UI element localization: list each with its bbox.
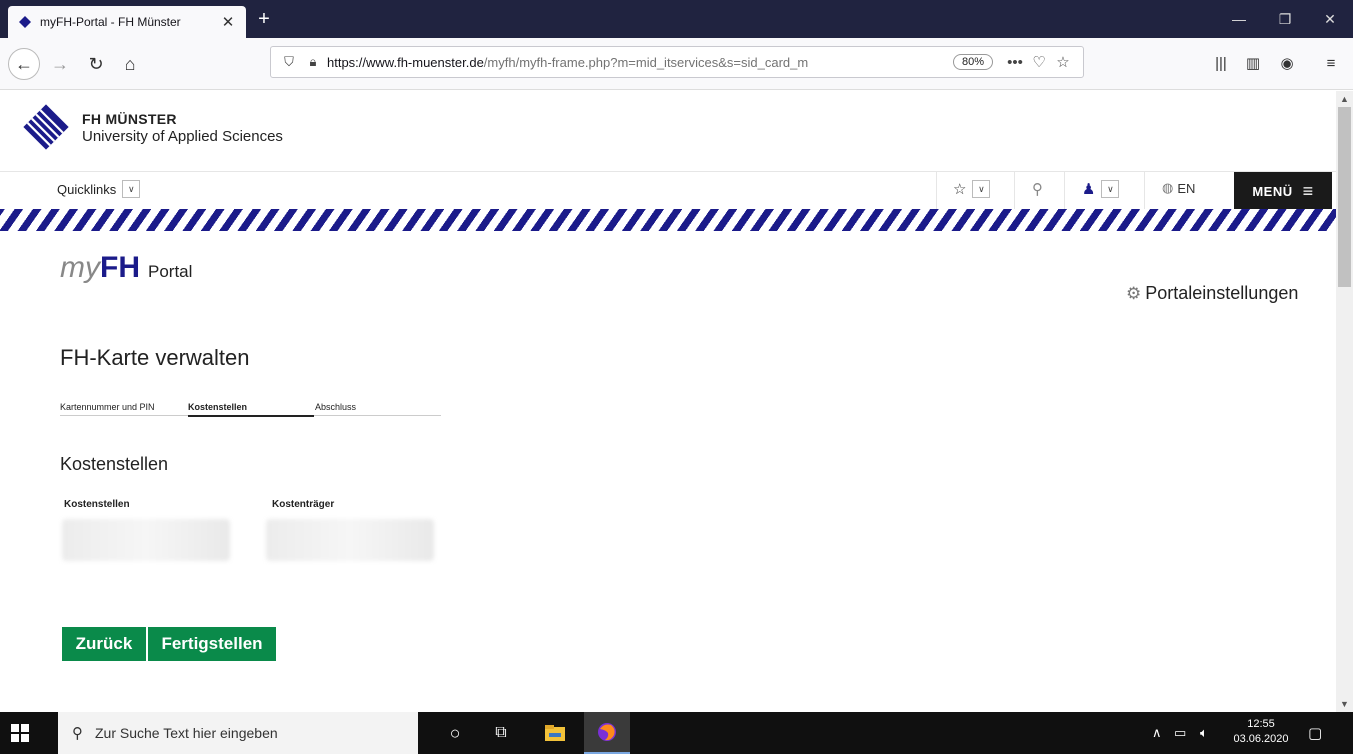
logo-portal-text: Portal <box>148 262 193 281</box>
file-explorer-icon[interactable] <box>532 712 578 754</box>
clock-time: 12:55 <box>1247 718 1275 730</box>
redacted-cell <box>266 519 434 561</box>
restore-icon[interactable]: ❐ <box>1262 0 1308 38</box>
quicklinks-label: Quicklinks <box>57 181 117 197</box>
notification-icon[interactable]: ▢ <box>1308 712 1322 754</box>
globe-icon: ◍ <box>1162 180 1174 195</box>
cortana-icon[interactable]: ○ <box>432 712 478 754</box>
taskbar-search-box[interactable]: ⚲ Zur Suche Text hier eingeben <box>58 712 418 754</box>
new-tab-icon[interactable]: + <box>252 6 276 32</box>
nav-divider <box>936 172 937 210</box>
back-arrow-icon[interactable]: ← <box>8 48 40 80</box>
tab-title: myFH-Portal - FH Münster <box>40 15 181 29</box>
page-title: FH-Karte verwalten <box>60 345 250 370</box>
brand-name: FH MÜNSTER <box>82 111 177 127</box>
quicklinks-dropdown[interactable]: Quicklinks ∨ <box>57 180 141 198</box>
fh-favicon-icon <box>18 15 32 29</box>
portal-settings-link[interactable]: ⚙ Portaleinstellungen <box>1126 283 1298 304</box>
hamburger-icon: ≡ <box>1302 180 1314 201</box>
chevron-down-icon: ∨ <box>1101 180 1120 198</box>
column-header-cost-centers: Kostenstellen <box>64 499 130 510</box>
zoom-indicator[interactable]: 80% <box>952 54 993 70</box>
page-scrollbar[interactable]: ▲ ▼ <box>1336 91 1353 712</box>
page-actions-icon[interactable]: ••• <box>1003 54 1027 71</box>
bookmark-star-icon[interactable]: ☆ <box>1051 53 1075 71</box>
pocket-icon[interactable]: ♡ <box>1027 53 1051 71</box>
gear-icon: ⚙ <box>1126 283 1142 303</box>
wizard-tabs: Kartennummer und PIN Kostenstellen Absch… <box>60 402 441 417</box>
url-path: /myfh/myfh-frame.php?m=mid_itservices&s=… <box>483 54 809 70</box>
user-dropdown[interactable]: ♟ ∨ <box>1082 180 1120 198</box>
windows-taskbar: ⚲ Zur Suche Text hier eingeben ○ ⧉ ∧ ▭ 🔈… <box>0 712 1353 754</box>
close-window-icon[interactable]: ✕ <box>1307 0 1353 38</box>
myfh-portal-logo[interactable]: my FH Portal <box>60 251 192 285</box>
nav-divider <box>1014 172 1015 210</box>
tray-overflow-icon[interactable]: ∧ <box>1152 712 1162 754</box>
logo-fh-text: FH <box>100 251 140 284</box>
nav-divider <box>1064 172 1065 210</box>
tab-close-icon[interactable]: ✕ <box>220 13 236 31</box>
chevron-down-icon: ∨ <box>122 180 141 198</box>
library-icon[interactable]: ||| <box>1206 48 1236 78</box>
shield-icon[interactable]: ⛉ <box>279 52 299 72</box>
section-title: Kostenstellen <box>60 454 169 474</box>
browser-tab[interactable]: myFH-Portal - FH Münster ✕ <box>8 6 246 38</box>
decorative-stripes <box>0 209 1336 231</box>
search-icon[interactable]: ⚲ <box>1032 180 1043 198</box>
url-text[interactable]: https://www.fh-muenster.de/myfh/myfh-fra… <box>327 55 943 70</box>
brand-subtitle: University of Applied Sciences <box>82 128 283 145</box>
taskbar-search-placeholder: Zur Suche Text hier eingeben <box>95 725 278 741</box>
hamburger-menu-icon[interactable]: ≡ <box>1316 48 1346 78</box>
sidebar-icon[interactable]: ▥ <box>1238 48 1268 78</box>
logo-my-text: my <box>60 251 100 284</box>
redacted-cell <box>62 519 230 561</box>
volume-icon[interactable]: 🔈︎ <box>1200 712 1208 754</box>
finish-button[interactable]: Fertigstellen <box>148 627 276 661</box>
task-view-icon[interactable]: ⧉ <box>478 712 524 754</box>
tab-card-number-pin[interactable]: Kartennummer und PIN <box>60 402 155 412</box>
lock-icon[interactable]: 🔒︎ <box>303 52 323 72</box>
tab-cost-centers[interactable]: Kostenstellen <box>188 402 315 417</box>
column-header-cost-bearer: Kostenträger <box>272 499 335 510</box>
language-label: EN <box>1177 180 1196 196</box>
browser-titlebar: myFH-Portal - FH Münster ✕ + — ❐ ✕ <box>0 0 1353 38</box>
search-icon: ⚲ <box>72 725 83 742</box>
language-switch[interactable]: ◍ EN <box>1162 180 1195 196</box>
top-navigation: Quicklinks ∨ ☆ ∨ ⚲ ♟ ∨ ◍ EN MENÜ ≡ <box>0 171 1336 210</box>
main-menu-button[interactable]: MENÜ ≡ <box>1234 172 1332 210</box>
fh-logo-icon[interactable] <box>22 103 70 151</box>
favorites-dropdown[interactable]: ☆ ∨ <box>953 180 991 198</box>
nav-divider <box>1144 172 1145 210</box>
scroll-down-icon[interactable]: ▼ <box>1336 696 1353 712</box>
browser-navbar: ← → ↻ ⌂ ⛉ 🔒︎ https://www.fh-muenster.de/… <box>0 38 1353 90</box>
back-button[interactable]: Zurück <box>62 627 146 661</box>
star-icon: ☆ <box>953 181 967 198</box>
settings-label: Portaleinstellungen <box>1145 283 1299 303</box>
scroll-up-icon[interactable]: ▲ <box>1336 91 1353 107</box>
reload-icon[interactable]: ↻ <box>80 48 112 80</box>
web-page: FH MÜNSTER University of Applied Science… <box>0 91 1336 712</box>
minimize-icon[interactable]: — <box>1216 0 1262 38</box>
menu-label: MENÜ <box>1252 183 1293 199</box>
user-icon: ♟ <box>1082 181 1096 198</box>
windows-start-icon[interactable] <box>10 723 30 743</box>
clock-date: 03.06.2020 <box>1233 733 1289 745</box>
url-host: https://www.fh-muenster.de <box>327 54 484 70</box>
address-bar[interactable]: ⛉ 🔒︎ https://www.fh-muenster.de/myfh/myf… <box>270 46 1084 78</box>
scrollbar-thumb[interactable] <box>1338 107 1351 287</box>
network-icon[interactable]: ▭ <box>1174 712 1186 754</box>
tab-completion[interactable]: Abschluss <box>315 402 356 412</box>
home-icon[interactable]: ⌂ <box>114 48 146 80</box>
chevron-down-icon: ∨ <box>972 180 991 198</box>
forward-arrow-icon[interactable]: → <box>44 48 76 80</box>
account-icon[interactable]: ◉ <box>1272 48 1302 78</box>
firefox-icon[interactable] <box>584 712 630 754</box>
taskbar-clock[interactable]: 12:55 03.06.2020 <box>1230 717 1292 747</box>
